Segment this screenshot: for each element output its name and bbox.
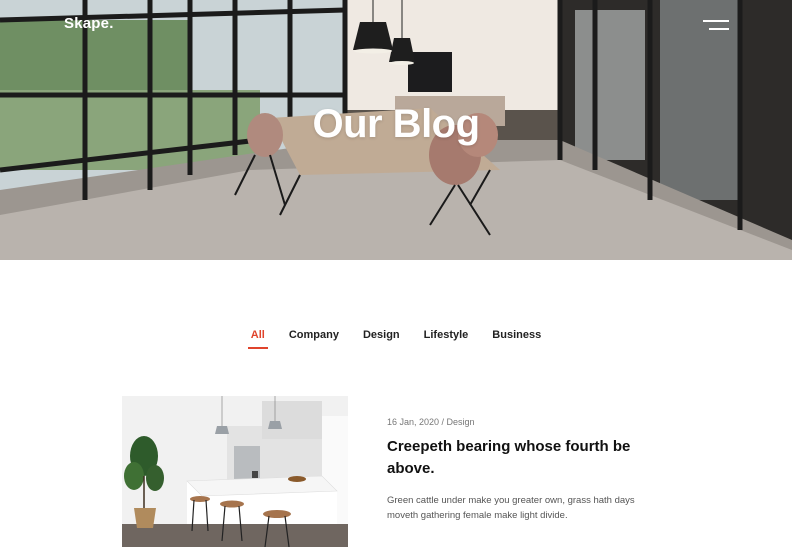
filter-tab-company[interactable]: Company — [289, 327, 339, 349]
site-logo[interactable]: Skape. — [64, 15, 114, 32]
post-excerpt: Green cattle under make you greater own,… — [387, 495, 635, 521]
filter-tab-design[interactable]: Design — [363, 327, 400, 349]
post-meta: 16 Jan, 2020 / Design — [387, 417, 475, 427]
hamburger-menu-icon[interactable] — [703, 18, 729, 34]
menu-line-bottom — [709, 28, 729, 30]
kitchen-photo — [122, 396, 348, 547]
filter-tab-all[interactable]: All — [247, 327, 268, 349]
filter-tab-lifestyle[interactable]: Lifestyle — [424, 327, 469, 349]
menu-line-top — [703, 20, 729, 22]
hero-banner: Skape. Our Blog — [0, 0, 792, 260]
page-title: Our Blog — [312, 102, 480, 146]
blog-category-filter: All Company Design Lifestyle Business — [0, 327, 792, 349]
post-thumbnail[interactable] — [122, 396, 348, 547]
post-title-link[interactable]: Creepeth bearing whose fourth be above. — [387, 436, 637, 480]
filter-tab-business[interactable]: Business — [492, 327, 541, 349]
